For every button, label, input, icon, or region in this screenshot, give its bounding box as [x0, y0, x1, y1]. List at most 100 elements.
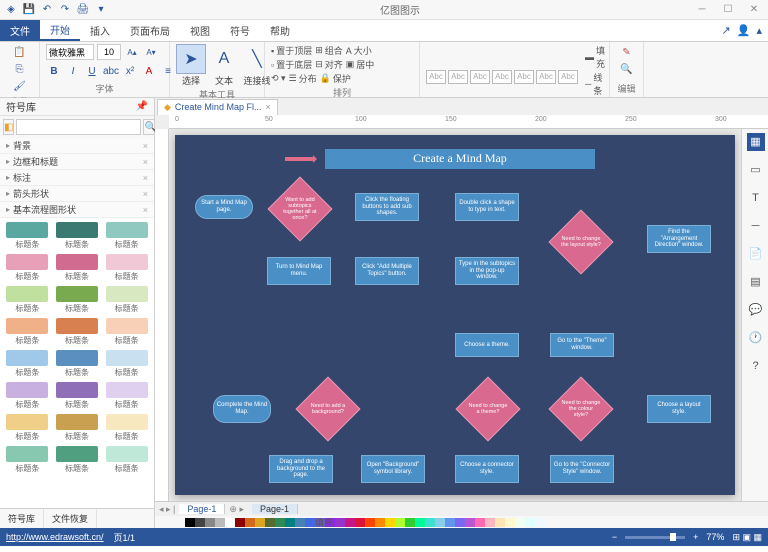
color-swatch[interactable]: [505, 518, 515, 527]
node-dec2[interactable]: Need to change the layout style?: [548, 209, 613, 274]
zoom-in-icon[interactable]: +: [693, 532, 698, 542]
color-swatch[interactable]: [345, 518, 355, 527]
highlight-icon[interactable]: x²: [122, 63, 138, 79]
tool-comment[interactable]: 💬: [747, 301, 765, 319]
node-7[interactable]: Type in the subtopics in the pop-up wind…: [455, 257, 519, 285]
line-dropdown[interactable]: ─ 线条: [585, 71, 605, 97]
save-icon[interactable]: 💾: [22, 3, 36, 17]
font-family-select[interactable]: [46, 44, 94, 60]
replace-icon[interactable]: 🔍: [619, 61, 635, 77]
tool-help[interactable]: ?: [747, 357, 765, 375]
diagram-title[interactable]: Create a Mind Map: [325, 149, 595, 169]
shape-item[interactable]: 标题条: [54, 382, 101, 410]
tab-file[interactable]: 文件: [0, 20, 40, 41]
color-swatch[interactable]: [475, 518, 485, 527]
strike-icon[interactable]: abc: [103, 63, 119, 79]
sidebar-category[interactable]: ▸基本流程图形状×: [0, 202, 154, 218]
shape-item[interactable]: 标题条: [4, 414, 51, 442]
shape-item[interactable]: 标题条: [103, 254, 150, 282]
tab-home[interactable]: 开始: [40, 20, 80, 41]
color-swatch[interactable]: [185, 518, 195, 527]
shape-item[interactable]: 标题条: [54, 318, 101, 346]
node-dec3[interactable]: Need to add a background?: [295, 376, 360, 441]
tab-symbol[interactable]: 符号: [220, 20, 260, 41]
format-painter-icon[interactable]: 🖌: [12, 78, 28, 94]
color-swatch[interactable]: [455, 518, 465, 527]
color-swatch[interactable]: [195, 518, 205, 527]
tool-text[interactable]: T: [747, 189, 765, 207]
distribute-btn[interactable]: ☰ 分布: [289, 72, 317, 85]
bold-icon[interactable]: B: [46, 63, 62, 79]
node-10[interactable]: Choose a theme.: [455, 333, 519, 357]
footer-restore[interactable]: 文件恢复: [44, 509, 97, 528]
color-swatch[interactable]: [295, 518, 305, 527]
minimize-icon[interactable]: ─: [692, 4, 712, 15]
node-dec5[interactable]: Need to change the colour style?: [548, 376, 613, 441]
zoom-out-icon[interactable]: −: [612, 532, 617, 542]
color-swatch[interactable]: [535, 518, 545, 527]
color-swatch[interactable]: [465, 518, 475, 527]
node-9[interactable]: Find the "Arrangement Direction" window.: [647, 225, 711, 253]
print-icon[interactable]: 🖨: [76, 3, 90, 17]
tab-view[interactable]: 视图: [180, 20, 220, 41]
color-swatch[interactable]: [435, 518, 445, 527]
color-swatch[interactable]: [415, 518, 425, 527]
color-swatch[interactable]: [275, 518, 285, 527]
color-swatch[interactable]: [235, 518, 245, 527]
align-btn[interactable]: ⊟ 对齐: [315, 58, 343, 71]
node-11[interactable]: Go to the "Theme" window.: [550, 333, 614, 357]
shape-item[interactable]: 标题条: [4, 254, 51, 282]
color-swatch[interactable]: [215, 518, 225, 527]
sidebar-category[interactable]: ▸标注×: [0, 170, 154, 186]
page-tab-1[interactable]: Page-1: [179, 504, 225, 514]
color-swatch[interactable]: [265, 518, 275, 527]
node-16[interactable]: Choose a layout style.: [647, 395, 711, 423]
node-5[interactable]: Turn to Mind Map menu.: [267, 257, 331, 285]
font-size-select[interactable]: [97, 44, 121, 60]
italic-icon[interactable]: I: [65, 63, 81, 79]
color-swatch[interactable]: [425, 518, 435, 527]
tab-insert[interactable]: 插入: [80, 20, 120, 41]
close-icon[interactable]: ✕: [744, 4, 764, 15]
node-dec4[interactable]: Need to change a theme?: [455, 376, 520, 441]
color-swatch[interactable]: [445, 518, 455, 527]
node-20[interactable]: Go to the "Connector Style" window.: [550, 455, 614, 483]
shape-item[interactable]: 标题条: [103, 222, 150, 250]
color-swatch[interactable]: [395, 518, 405, 527]
rotate-btn[interactable]: ⟲ ▾: [271, 73, 286, 84]
color-swatch[interactable]: [515, 518, 525, 527]
copy-icon[interactable]: ⎘: [12, 61, 28, 77]
font-grow-icon[interactable]: A▴: [124, 44, 140, 60]
shape-item[interactable]: 标题条: [103, 414, 150, 442]
shape-item[interactable]: 标题条: [4, 318, 51, 346]
shape-item[interactable]: 标题条: [103, 382, 150, 410]
shape-item[interactable]: 标题条: [103, 446, 150, 474]
library-dropdown[interactable]: ◧: [3, 119, 14, 135]
node-dec1[interactable]: Want to add subtopics together all at on…: [267, 176, 332, 241]
color-swatch[interactable]: [485, 518, 495, 527]
node-6[interactable]: Click "Add Multiple Topics" button.: [355, 257, 419, 285]
size-btn[interactable]: A 大小: [346, 44, 372, 57]
footer-library[interactable]: 符号库: [0, 509, 44, 528]
shape-item[interactable]: 标题条: [54, 254, 101, 282]
canvas-page[interactable]: Create a Mind Map Start a Mind Map page.…: [175, 135, 735, 495]
node-start[interactable]: Start a Mind Map page.: [195, 195, 253, 219]
color-swatch[interactable]: [355, 518, 365, 527]
tab-layout[interactable]: 页面布局: [120, 20, 180, 41]
page-tab-2[interactable]: Page-1: [252, 504, 298, 514]
node-complete[interactable]: Complete the Mind Map.: [213, 395, 271, 423]
tab-close-icon[interactable]: ×: [265, 102, 270, 112]
zoom-slider[interactable]: [625, 536, 685, 539]
shape-item[interactable]: 标题条: [4, 222, 51, 250]
color-swatch[interactable]: [525, 518, 535, 527]
document-tab[interactable]: ◆Create Mind Map Fl...×: [157, 99, 278, 115]
qat-more-icon[interactable]: ▾: [94, 3, 108, 17]
style-gallery[interactable]: AbcAbcAbcAbcAbcAbcAbc: [426, 70, 578, 84]
color-swatch[interactable]: [255, 518, 265, 527]
node-4[interactable]: Double click a shape to type in text.: [455, 193, 519, 221]
color-swatch[interactable]: [495, 518, 505, 527]
status-url[interactable]: http://www.edrawsoft.cn/: [6, 532, 104, 542]
text-tool[interactable]: A文本: [209, 44, 239, 87]
share-icon[interactable]: ↗: [722, 24, 731, 37]
protect-btn[interactable]: 🔒 保护: [320, 72, 351, 85]
